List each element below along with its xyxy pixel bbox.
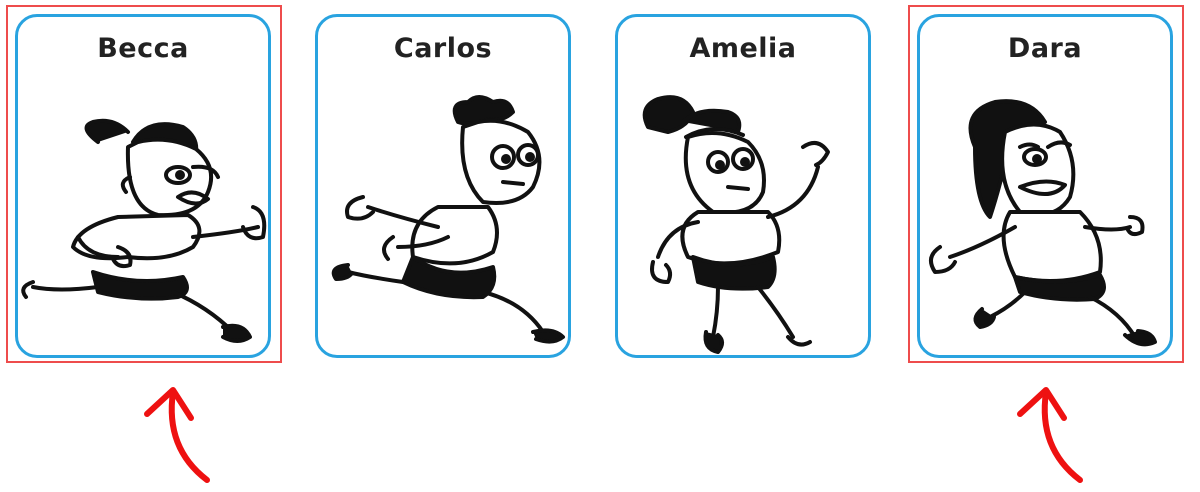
card-name-becca: Becca [97,33,189,64]
card-amelia[interactable]: Amelia [615,14,871,358]
runner-figure-becca [21,118,267,343]
card-carlos[interactable]: Carlos [315,14,571,358]
card-name-amelia: Amelia [689,33,797,64]
up-arrow-icon [144,387,210,483]
card-name-carlos: Carlos [393,33,493,64]
card-name-dara: Dara [1007,33,1083,64]
card-becca[interactable]: Becca [15,14,271,358]
up-arrow-icon [1017,387,1083,483]
runner-figure-amelia [642,95,830,354]
runner-figure-dara [929,99,1157,347]
runner-figure-carlos [331,95,565,344]
card-dara[interactable]: Dara [917,14,1173,358]
